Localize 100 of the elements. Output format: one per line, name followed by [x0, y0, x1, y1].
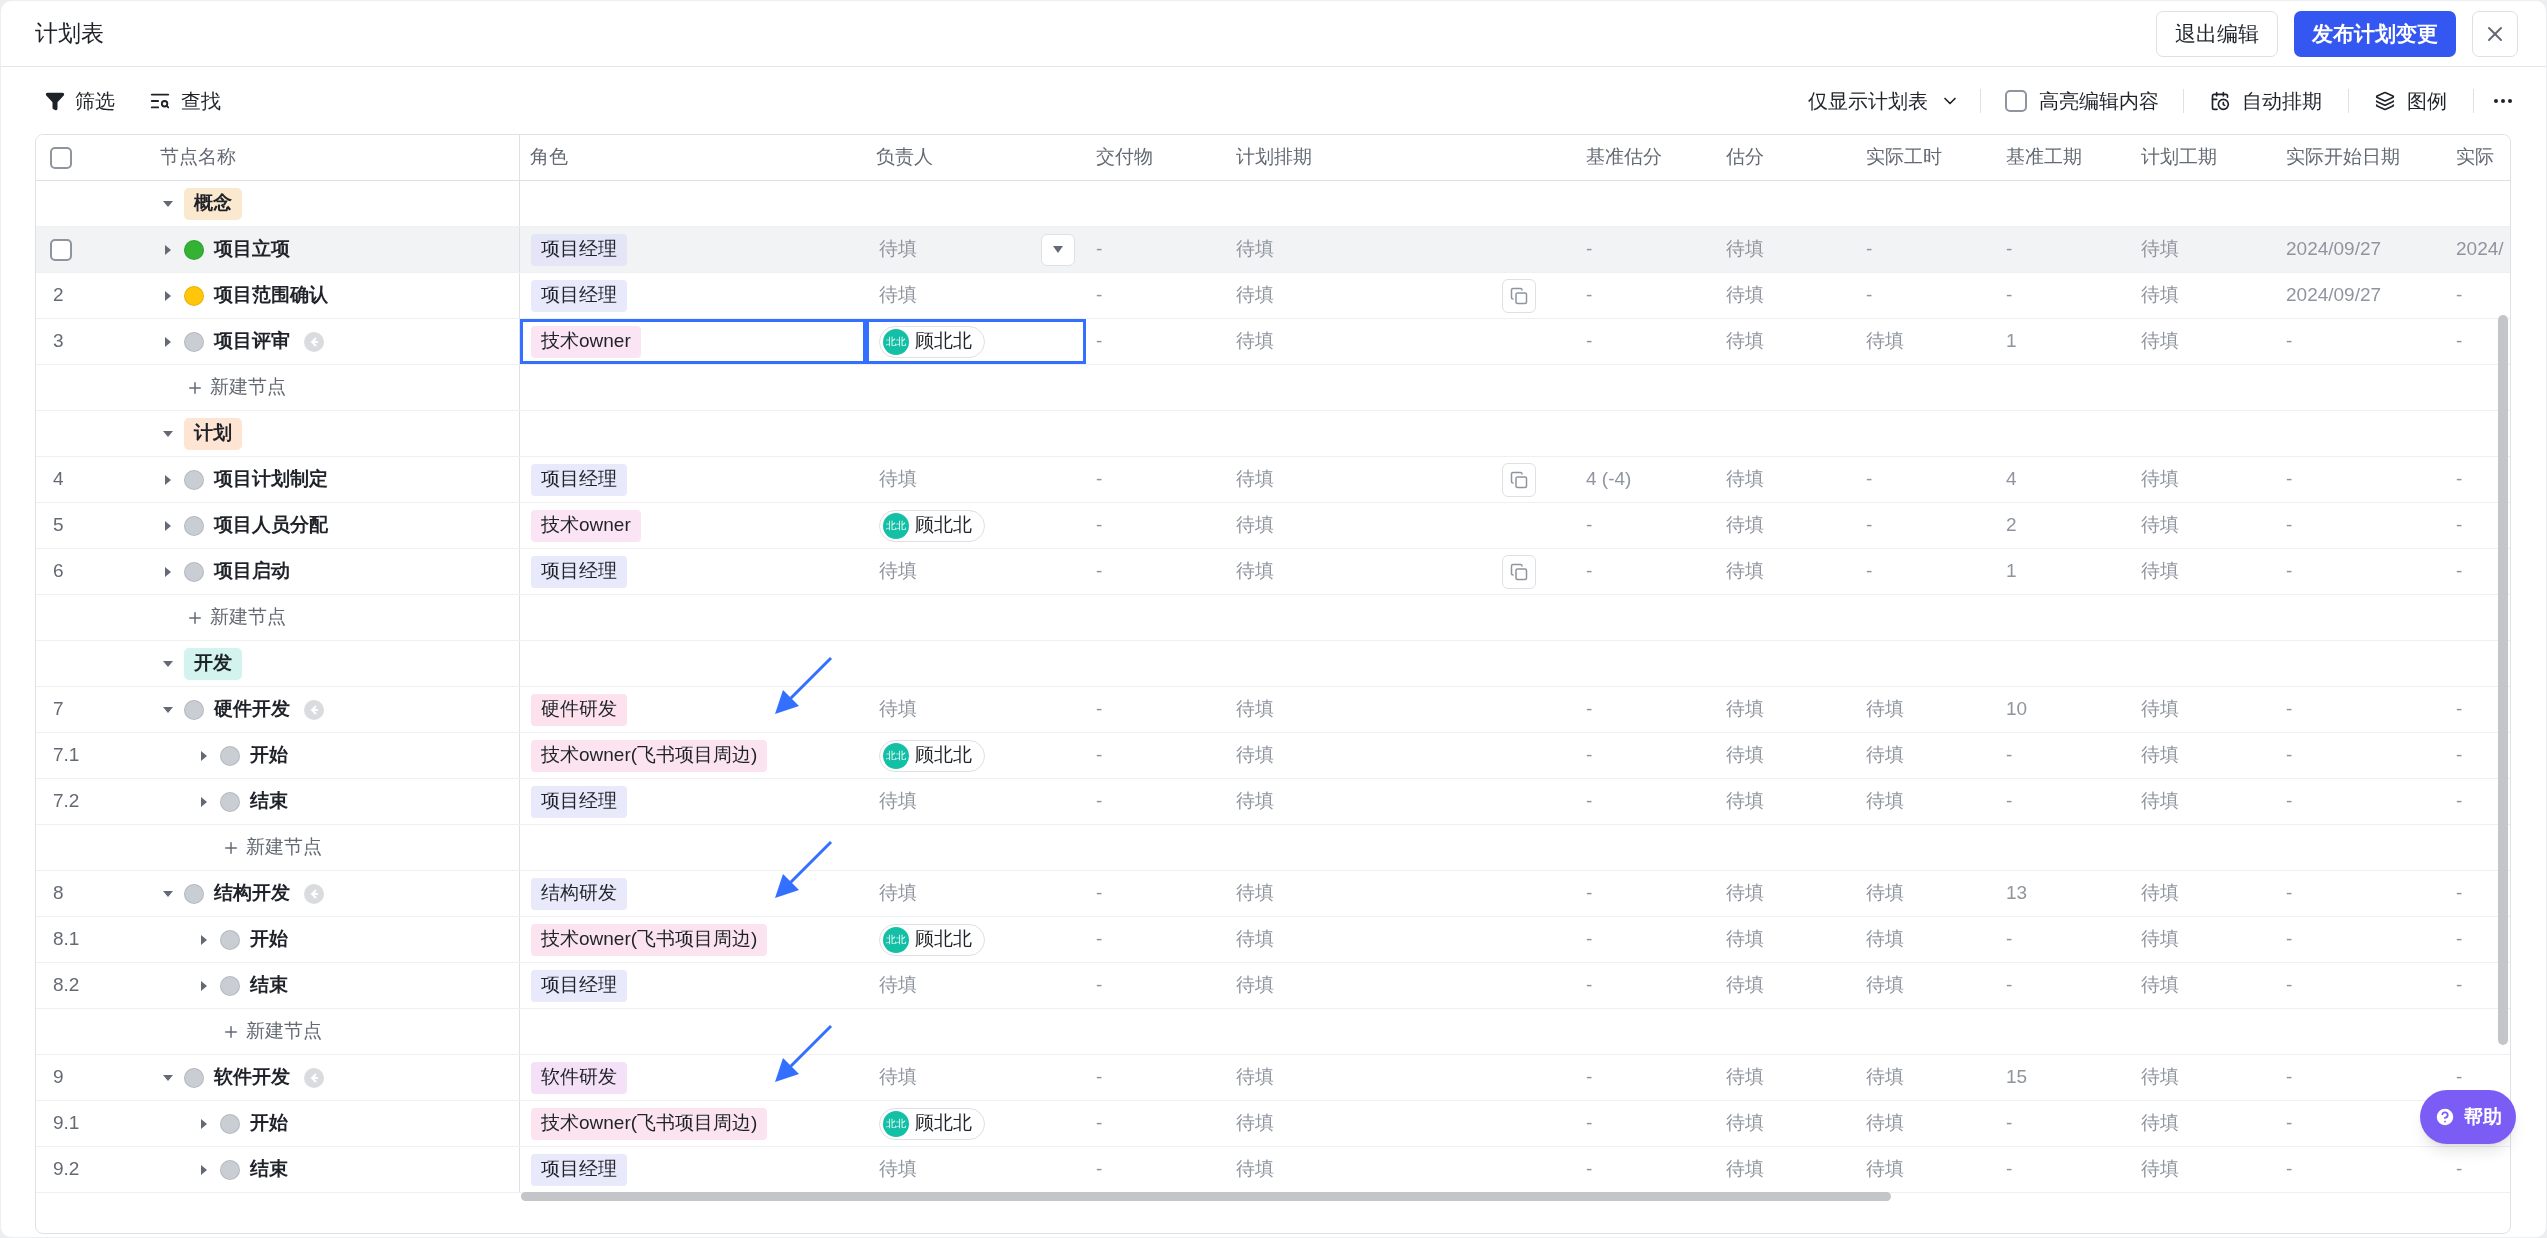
table-cell-text: - [1586, 789, 1593, 814]
column-header: 负责人 [876, 145, 933, 170]
schedule-field[interactable]: 待填 [1236, 695, 1274, 724]
legend-button[interactable]: 图例 [2349, 85, 2473, 116]
role-tag: 项目经理 [531, 1153, 627, 1186]
owner-field[interactable]: 待填 [879, 787, 917, 816]
schedule-field[interactable]: 待填 [1236, 1155, 1274, 1184]
schedule-field[interactable]: 待填 [1236, 1063, 1274, 1092]
column-header: 节点名称 [160, 145, 236, 170]
table-cell-text: - [2456, 973, 2463, 998]
add-node-link[interactable]: 新建节点 [222, 833, 322, 862]
copy-button[interactable] [1502, 554, 1536, 589]
add-node-link[interactable]: 新建节点 [186, 603, 286, 632]
deliverable: - [1096, 881, 1103, 906]
horizontal-scrollbar[interactable] [521, 1192, 1891, 1201]
copy-button[interactable] [1502, 462, 1536, 497]
checkbox[interactable] [2005, 89, 2027, 112]
checkbox[interactable] [50, 238, 72, 261]
person-name: 顾北北 [915, 329, 972, 354]
help-button[interactable]: 帮助 [2420, 1090, 2516, 1144]
copy-button[interactable] [1502, 278, 1536, 313]
node-name: 结束 [250, 789, 288, 814]
role-tag: 技术owner [531, 509, 641, 542]
add-node-link[interactable]: 新建节点 [186, 373, 286, 402]
table-cell-text: - [1586, 1157, 1593, 1182]
owner-field[interactable]: 待填 [879, 1063, 917, 1092]
table-cell-text: - [2006, 973, 2013, 998]
owner-field[interactable]: 待填 [879, 971, 917, 1000]
table-cell-text: 2024/ [2456, 237, 2504, 262]
help-icon [2434, 1106, 2456, 1128]
table-cell-text: 待填 [1726, 467, 1764, 492]
deliverable: - [1096, 743, 1103, 768]
deliverable: - [1096, 1157, 1103, 1182]
schedule-field[interactable]: 待填 [1236, 879, 1274, 908]
exit-edit-button[interactable]: 退出编辑 [2156, 10, 2278, 57]
table-cell-text: - [1586, 973, 1593, 998]
owner-field[interactable]: 待填 [879, 557, 917, 586]
column-header: 交付物 [1096, 145, 1153, 170]
auto-schedule-button[interactable]: 自动排期 [2184, 85, 2348, 116]
owner-field[interactable]: 待填 [879, 1155, 917, 1184]
avatar: 北北 [883, 512, 909, 539]
table-cell-text: - [2286, 559, 2293, 584]
table-cell-text: - [1586, 697, 1593, 722]
highlight-toggle[interactable]: 高亮编辑内容 [1981, 85, 2183, 116]
role-tag: 技术owner(飞书项目周边) [531, 1107, 768, 1140]
schedule-field[interactable]: 待填 [1236, 971, 1274, 1000]
table-cell-text: 待填 [1866, 743, 1904, 768]
schedule-field[interactable]: 待填 [1236, 327, 1274, 356]
vertical-scrollbar[interactable] [2498, 315, 2508, 1045]
table-cell-text: - [2286, 467, 2293, 492]
table-cell-text: - [2286, 743, 2293, 768]
add-node-link[interactable]: 新建节点 [222, 1017, 322, 1046]
publish-button[interactable]: 发布计划变更 [2294, 10, 2456, 57]
table-cell-text: 待填 [1726, 789, 1764, 814]
node-name: 项目计划制定 [214, 467, 328, 492]
table-cell-text: - [1586, 329, 1593, 354]
table-cell-text: - [1586, 743, 1593, 768]
table-cell-text: 待填 [1726, 283, 1764, 308]
table-cell-text: 待填 [2141, 559, 2179, 584]
filter-button[interactable]: 筛选 [45, 85, 115, 116]
table-cell-text: - [2006, 1111, 2013, 1136]
schedule-field[interactable]: 待填 [1236, 511, 1274, 540]
find-button[interactable]: 查找 [149, 85, 221, 116]
table-cell-text: 待填 [1726, 1157, 1764, 1182]
schedule-field[interactable]: 待填 [1236, 1109, 1274, 1138]
table-cell-text: 待填 [2141, 467, 2179, 492]
table-cell-text: - [1866, 283, 1873, 308]
schedule-field[interactable]: 待填 [1236, 281, 1274, 310]
owner-field[interactable]: 待填 [879, 235, 917, 264]
table-cell-text: - [2456, 697, 2463, 722]
row-number: 3 [52, 329, 64, 354]
owner-field[interactable]: 待填 [879, 879, 917, 908]
table-cell-text: - [2456, 743, 2463, 768]
person-name: 顾北北 [915, 743, 972, 768]
view-select[interactable]: 仅显示计划表 [1808, 85, 1980, 116]
column-header: 实际工时 [1866, 145, 1942, 170]
owner-field[interactable]: 待填 [879, 695, 917, 724]
checkbox[interactable] [50, 146, 72, 169]
table-cell-text: - [1586, 559, 1593, 584]
table-cell-text: 待填 [2141, 1157, 2179, 1182]
schedule-field[interactable]: 待填 [1236, 925, 1274, 954]
node-name: 项目范围确认 [214, 283, 328, 308]
schedule-field[interactable]: 待填 [1236, 557, 1274, 586]
table-cell-text: 待填 [1866, 973, 1904, 998]
table-cell-text: 待填 [1726, 973, 1764, 998]
table-cell-text: 待填 [1866, 1111, 1904, 1136]
close-button[interactable] [2472, 10, 2518, 57]
owner-field[interactable]: 待填 [879, 465, 917, 494]
role-tag: 技术owner(飞书项目周边) [531, 739, 768, 772]
owner-field[interactable]: 待填 [879, 281, 917, 310]
schedule-field[interactable]: 待填 [1236, 787, 1274, 816]
owner-dropdown-button[interactable] [1041, 233, 1075, 266]
table-cell-text: 待填 [1866, 329, 1904, 354]
schedule-field[interactable]: 待填 [1236, 465, 1274, 494]
column-header: 计划工期 [2141, 145, 2217, 170]
copy-icon [1510, 470, 1528, 489]
schedule-field[interactable]: 待填 [1236, 235, 1274, 264]
table-cell-text: - [2456, 927, 2463, 952]
table-cell-text: 待填 [1866, 1157, 1904, 1182]
schedule-field[interactable]: 待填 [1236, 741, 1274, 770]
